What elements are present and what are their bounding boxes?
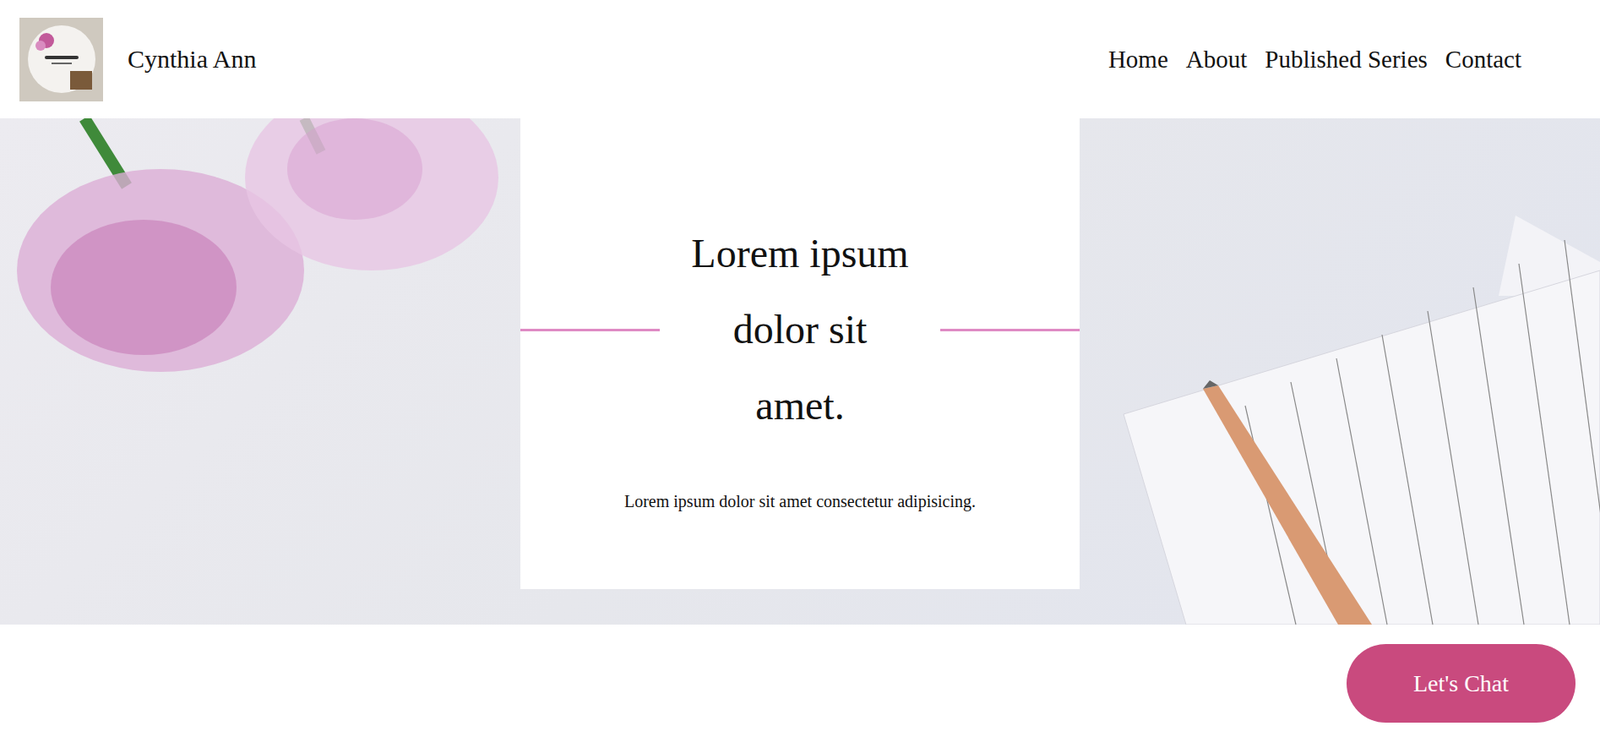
site-header: Cynthia Ann Home About Published Series Cont… <box>0 0 1600 119</box>
title-line: dolor sit <box>659 291 941 368</box>
hero-card: Lorem ipsumdolor sitamet.Lorem ipsum dol… <box>520 118 1080 589</box>
nav-link[interactable]: Home <box>1108 43 1169 76</box>
nav-link[interactable]: Contact <box>1445 43 1522 76</box>
chat-button[interactable]: Let's Chat <box>1346 643 1576 723</box>
title-row: Lorem ipsumdolor sitamet. <box>520 215 1080 444</box>
title-line: amet. <box>659 367 941 444</box>
hero-banner: Lorem ipsumdolor sitamet.Lorem ipsum dol… <box>0 118 1600 625</box>
notepad-pen-icon <box>1093 118 1600 625</box>
title-line: Lorem ipsum <box>659 215 941 292</box>
brand[interactable]: Cynthia Ann <box>19 17 257 102</box>
flower-icon <box>0 118 507 406</box>
nav-link[interactable]: Published Series <box>1264 43 1428 76</box>
logo-icon[interactable] <box>19 17 104 102</box>
main-nav: Home About Published Series Contact <box>1108 43 1522 76</box>
nav-link[interactable]: About <box>1186 43 1248 76</box>
hero-subtitle: Lorem ipsum dolor sit amet consectetur a… <box>520 489 1080 512</box>
brand-name[interactable]: Cynthia Ann <box>127 44 257 74</box>
hero-title: Lorem ipsumdolor sitamet. <box>659 215 941 444</box>
divider-line <box>520 328 660 332</box>
divider-line <box>940 328 1080 332</box>
